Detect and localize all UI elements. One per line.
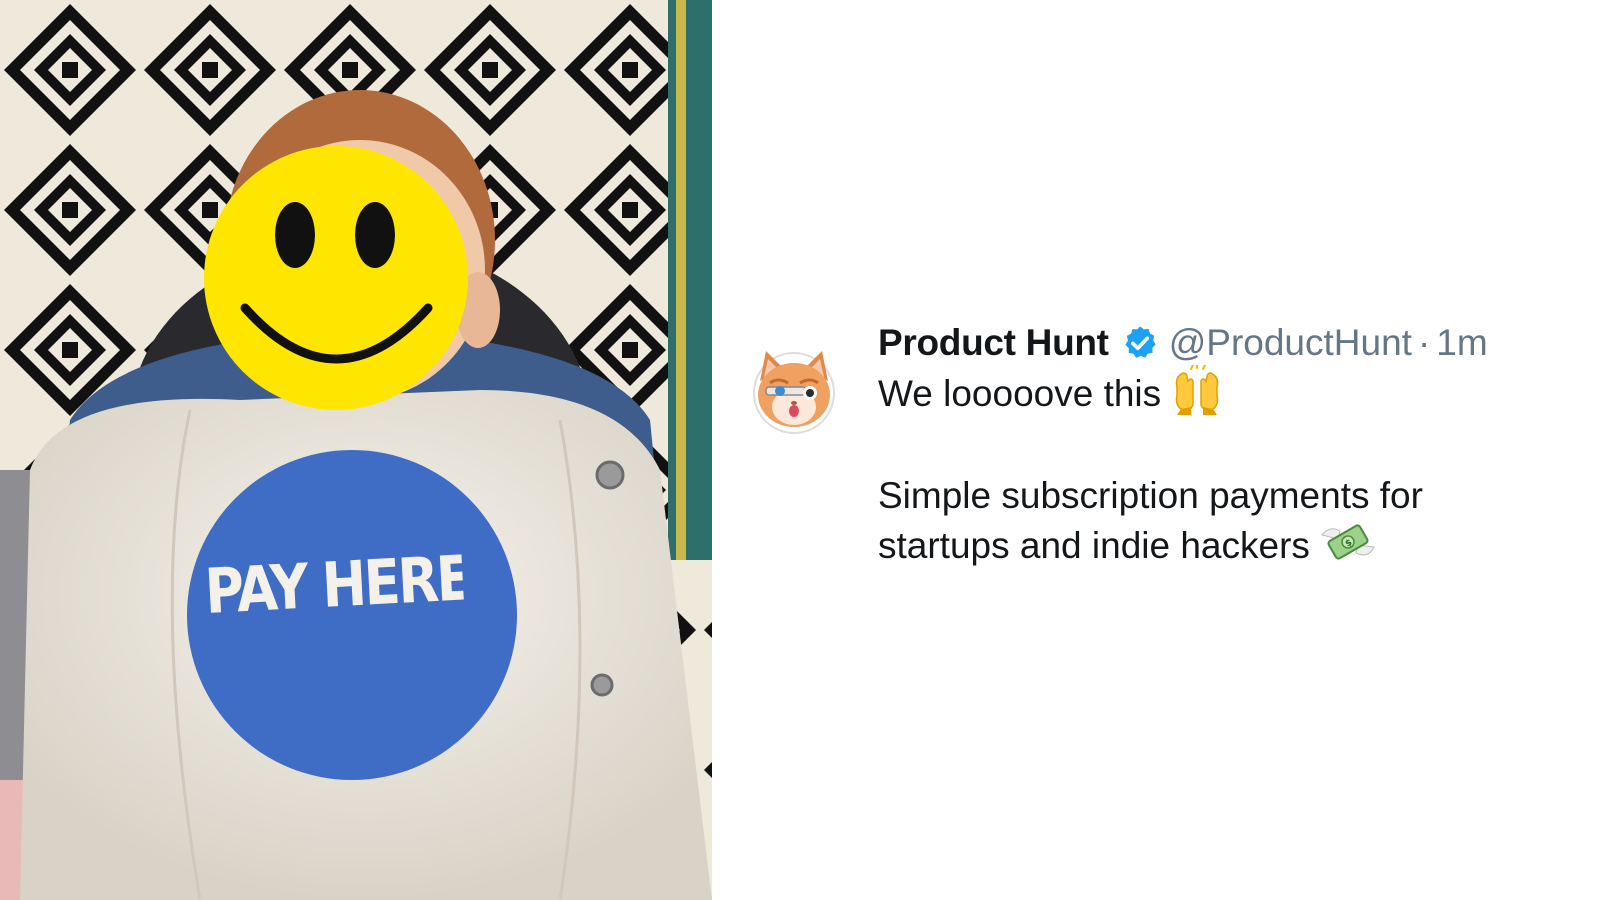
tweet-header: Product Hunt @ProductHunt · 1m <box>878 317 1488 369</box>
divider <box>712 0 716 900</box>
tweet-card: Product Hunt @ProductHunt · 1m We looooo… <box>738 313 1558 583</box>
tweet-text: We looooove this <box>878 373 1162 414</box>
baby-photo <box>0 0 712 900</box>
money-with-wings-emoji-icon: $ <box>1320 519 1376 574</box>
tweet-text-line-2: Simple subscription payments for <box>878 475 1423 516</box>
raising-hands-emoji-icon <box>1171 363 1223 424</box>
handle-link[interactable]: @ProductHunt <box>1169 322 1412 364</box>
tweet-text-line-1: We looooove this <box>878 363 1223 419</box>
photo-panel: PAY HERE <box>0 0 712 900</box>
tweet-text: startups and indie hackers <box>878 525 1310 566</box>
timestamp-link[interactable]: 1m <box>1436 322 1487 364</box>
display-name[interactable]: Product Hunt <box>878 322 1109 364</box>
tweet-text-line-3: startups and indie hackers $ <box>878 521 1376 571</box>
separator: · <box>1417 322 1431 363</box>
verified-badge-icon <box>1121 324 1159 362</box>
smiley-face <box>204 146 468 410</box>
shirt-text: PAY HERE <box>203 541 465 628</box>
kitten-avatar-icon[interactable] <box>748 343 840 435</box>
